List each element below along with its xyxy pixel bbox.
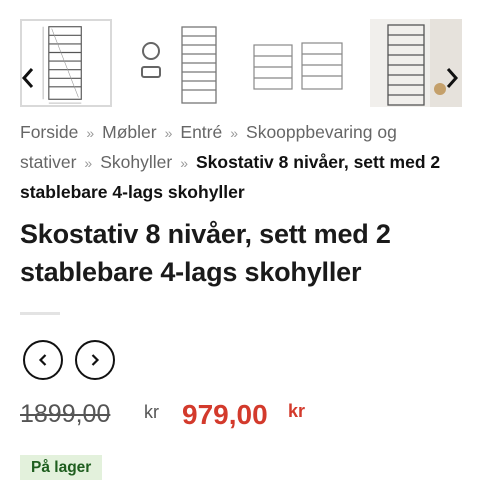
breadcrumb-separator: » <box>86 125 95 141</box>
chevron-right-icon <box>91 354 100 366</box>
sale-price-currency: kr <box>288 401 306 421</box>
next-product-button[interactable] <box>75 340 115 380</box>
shoe-rack-parts-image <box>141 26 217 104</box>
breadcrumb-separator: » <box>164 125 173 141</box>
chevron-left-icon <box>21 68 34 88</box>
breadcrumb-item-skohyller[interactable]: Skohyller <box>100 152 172 172</box>
breadcrumb-item-mobler[interactable]: Møbler <box>102 122 156 142</box>
breadcrumb-item-entre[interactable]: Entré <box>180 122 222 142</box>
breadcrumb-item-forside[interactable]: Forside <box>20 122 78 142</box>
sale-price: 979,00 <box>182 399 268 430</box>
chevron-left-icon <box>38 354 47 366</box>
breadcrumb-separator: » <box>230 125 239 141</box>
title-divider <box>20 312 60 315</box>
shoe-rack-split-configurations-image <box>253 42 343 90</box>
breadcrumb-separator: » <box>84 155 93 171</box>
stock-status-badge: På lager <box>20 455 103 480</box>
thumbnail-configurations[interactable] <box>250 19 346 107</box>
product-thumbnail-gallery <box>0 0 480 118</box>
gallery-next-button[interactable] <box>440 62 464 94</box>
breadcrumb: Forside» Møbler» Entré» Skooppbevaring og s… <box>20 118 460 207</box>
old-price: 1899,00 <box>20 400 111 428</box>
product-title: Skostativ 8 nivåer, sett med 2 stablebar… <box>20 219 391 287</box>
thumbnail-parts[interactable] <box>134 19 226 107</box>
breadcrumb-separator: » <box>180 155 188 171</box>
old-price-currency: kr <box>144 402 159 422</box>
chevron-right-icon <box>446 68 459 88</box>
previous-product-button[interactable] <box>23 340 63 380</box>
gallery-prev-button[interactable] <box>16 62 40 94</box>
